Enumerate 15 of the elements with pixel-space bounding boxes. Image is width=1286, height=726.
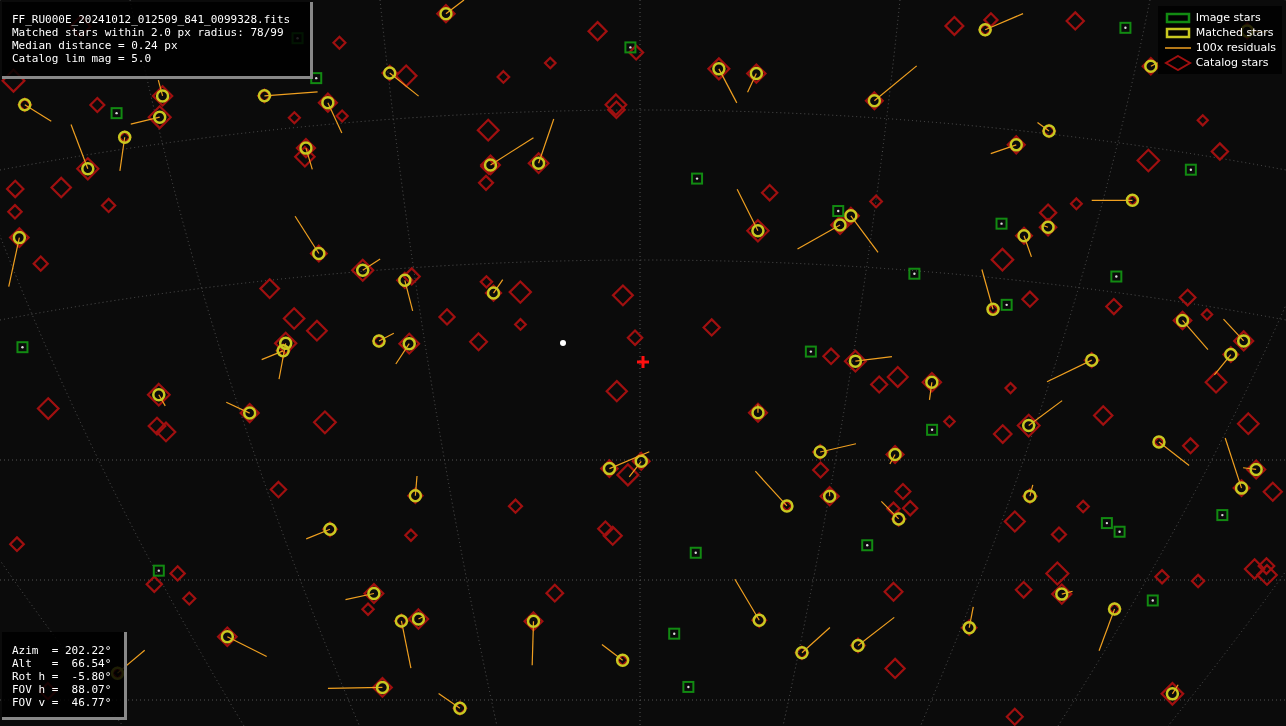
diamond-icon xyxy=(1163,54,1192,71)
legend-label: Image stars xyxy=(1195,11,1261,24)
legend-label: Matched stars xyxy=(1195,26,1274,39)
pointing-text: Azim = 202.22° xyxy=(12,644,113,657)
info-text: Median distance = 0.24 px xyxy=(12,39,179,52)
pointing-text: Alt = 66.54° xyxy=(12,657,113,670)
pointing-text: FOV v = 46.77° xyxy=(12,696,113,709)
pointing-text: FOV h = 88.07° xyxy=(12,683,113,696)
line-icon xyxy=(1164,46,1191,49)
pointing-text: Rot h = -5.80° xyxy=(12,670,113,683)
info-text: FF_RU000E_20241012_012509_841_0099328.fits xyxy=(12,13,292,26)
info-text: Matched stars within 2.0 px radius: 78/99 xyxy=(12,26,285,39)
legend-label: Catalog stars xyxy=(1195,56,1269,69)
info-text: Catalog lim mag = 5.0 xyxy=(12,52,153,65)
legend-label: 100x residuals xyxy=(1195,41,1276,54)
